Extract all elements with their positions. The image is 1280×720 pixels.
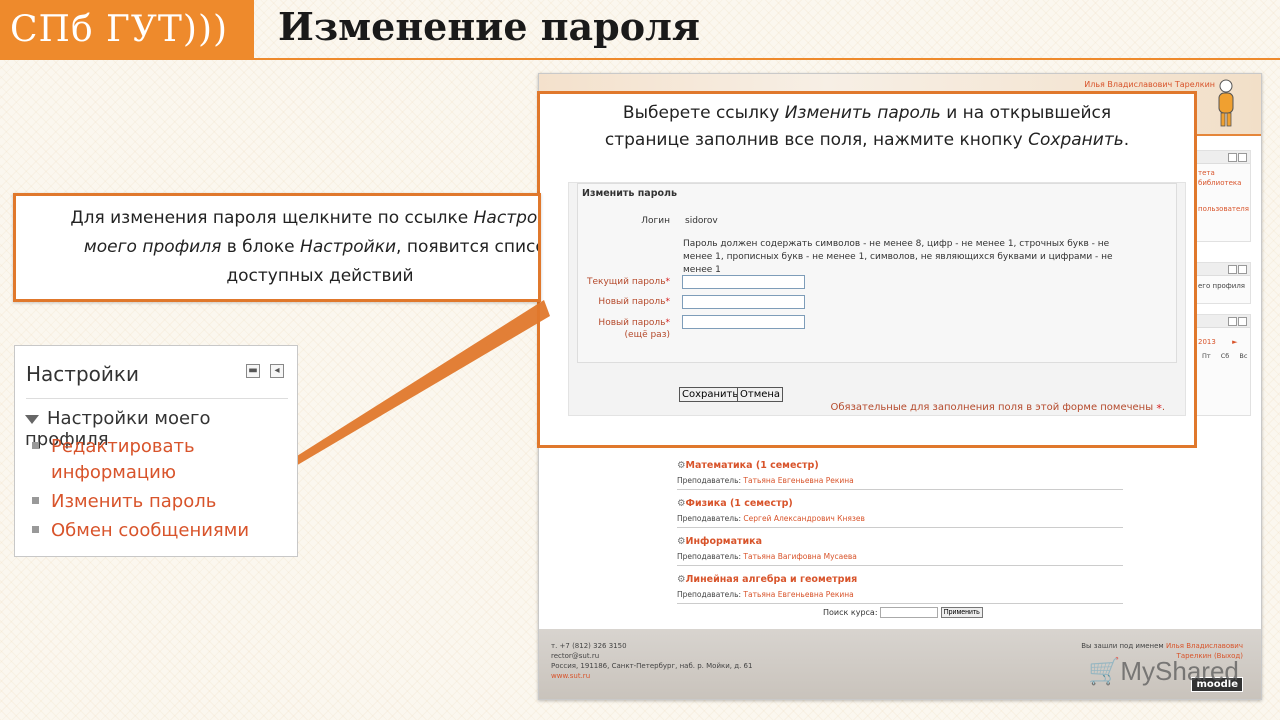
link-text[interactable]: Изменить пароль [51,491,216,512]
settings-block-title: Настройки [26,362,139,386]
edit-profile-link[interactable]: Редактировать информацию [32,434,251,486]
cart-icon: 🛒 [1088,656,1121,686]
link-text[interactable]: Обмен сообщениями [51,520,249,541]
link-text[interactable]: Редактировать информацию [51,436,195,483]
change-password-link[interactable]: Изменить пароль [32,489,216,515]
bullet-icon [32,497,39,504]
watermark-text: MyShared [1120,656,1239,686]
watermark: 🛒MyShared [1088,656,1239,687]
settings-block: Настройки ▬ ◂ Настройки моего профиля Ре… [14,345,298,557]
bullet-icon [32,526,39,533]
collapse-icon[interactable]: ▬ [246,364,260,378]
bullet-icon [32,442,39,449]
divider [26,398,288,399]
dock-icon[interactable]: ◂ [270,364,284,378]
messaging-link[interactable]: Обмен сообщениями [32,518,249,544]
